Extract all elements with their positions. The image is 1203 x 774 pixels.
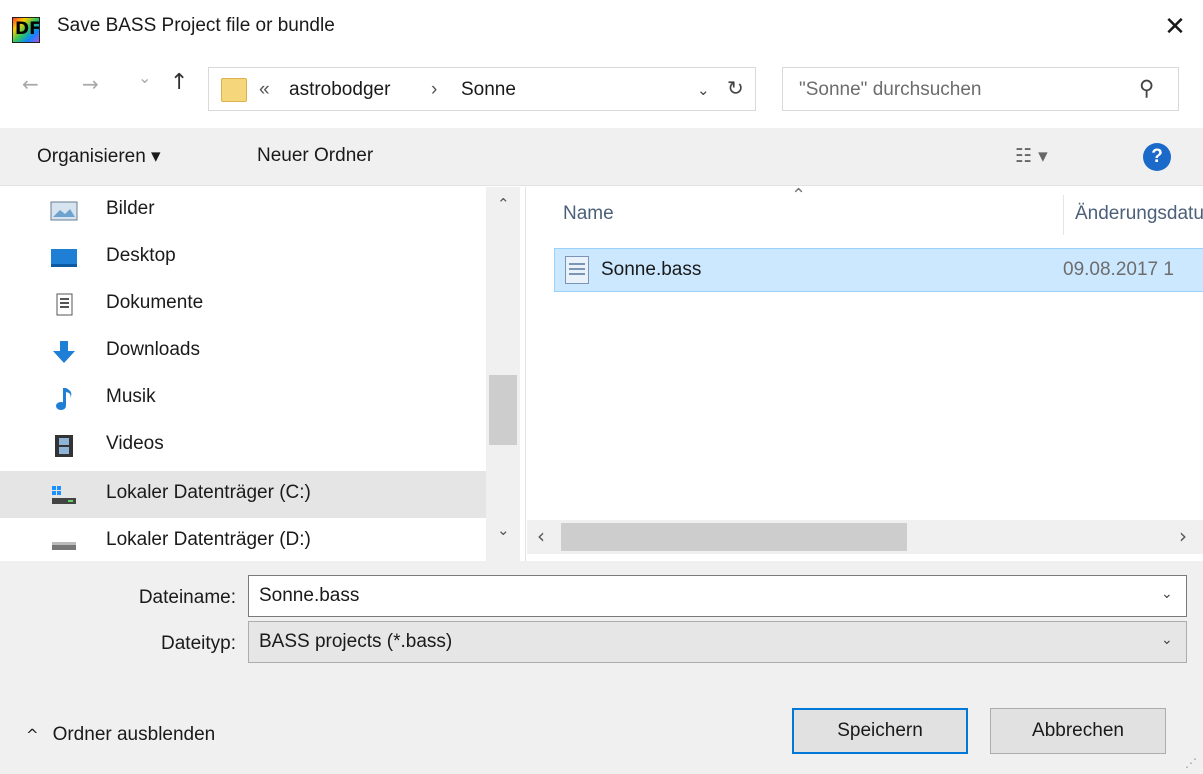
close-icon[interactable]: ✕ [1155,8,1195,48]
breadcrumb-separator: › [431,79,438,100]
sidebar-item-videos[interactable]: Videos [0,422,486,469]
address-dropdown-icon[interactable]: ⌄ [697,81,710,99]
new-folder-button[interactable]: Neuer Ordner [257,145,373,167]
search-input[interactable]: "Sonne" durchsuchen [799,79,982,101]
hscroll-thumb[interactable] [561,523,907,551]
chevron-up-icon: ^ [26,726,39,744]
pictures-icon [50,201,78,221]
sidebar-item-label: Videos [106,433,164,454]
documents-icon [56,293,73,316]
filename-field[interactable]: Sonne.bass ⌄ [248,575,1187,617]
sidebar-scroll-thumb[interactable] [489,375,517,445]
filetype-label: Dateityp: [161,633,236,654]
sidebar-item-drive-d[interactable]: Lokaler Datenträger (D:) [0,518,486,561]
refresh-icon[interactable]: ↻ [727,76,744,100]
hide-folders-label: Ordner ausblenden [52,724,216,745]
address-bar[interactable]: « astrobodger › Sonne ⌄ ↻ [208,67,756,111]
scroll-up-icon[interactable]: ⌃ [497,195,510,213]
back-arrow-icon[interactable]: ← [22,72,39,96]
sidebar-item-label: Musik [106,386,156,407]
sidebar-item-label: Lokaler Datenträger (D:) [106,529,311,550]
filename-label: Dateiname: [138,587,236,608]
breadcrumb-sonne[interactable]: Sonne [461,79,516,101]
sidebar-item-label: Downloads [106,339,200,360]
scroll-left-icon[interactable]: ‹ [537,524,545,548]
view-options-icon[interactable]: ☷ ▾ [1015,145,1048,167]
cancel-button[interactable]: Abbrechen [990,708,1166,754]
column-header-modified[interactable]: Änderungsdatum [1075,203,1203,225]
column-divider[interactable] [1063,195,1064,235]
sidebar-item-musik[interactable]: Musik [0,375,486,422]
command-bar: Organisieren ▾ Neuer Ordner ☷ ▾ ? [0,128,1203,186]
file-list: ⌃ Name Änderungsdatum Sonne.bass 09.08.2… [527,187,1203,561]
search-icon[interactable]: ⚲ [1139,76,1154,100]
column-header-name[interactable]: Name [563,203,614,225]
folder-icon [221,78,247,102]
sidebar-item-dokumente[interactable]: Dokumente [0,281,486,328]
sidebar-item-drive-c[interactable]: Lokaler Datenträger (C:) [0,471,486,518]
sidebar-item-label: Dokumente [106,292,204,313]
music-icon [56,388,72,410]
up-arrow-icon[interactable]: ↑ [170,70,188,95]
resize-grip-icon[interactable]: ⋰ [1185,756,1197,770]
downloads-icon [53,341,75,363]
sidebar-scrollbar[interactable]: ⌃ ⌄ [486,187,520,561]
recent-locations-icon[interactable]: ⌄ [138,68,151,87]
file-modified: 09.08.2017 1 [1063,259,1174,280]
breadcrumb-astrobodger[interactable]: astrobodger [289,79,390,101]
save-button[interactable]: Speichern [792,708,968,754]
search-box[interactable]: "Sonne" durchsuchen ⚲ [782,67,1179,111]
filetype-value: BASS projects (*.bass) [259,631,453,652]
app-icon-text: DF [15,19,41,39]
desktop-icon [51,249,77,267]
sidebar-item-label: Lokaler Datenträger (C:) [106,482,311,503]
filetype-select[interactable]: BASS projects (*.bass) ⌄ [248,621,1187,663]
forward-arrow-icon[interactable]: → [82,72,99,96]
file-name: Sonne.bass [601,259,702,280]
scroll-down-icon[interactable]: ⌄ [497,521,510,539]
sidebar-item-downloads[interactable]: Downloads [0,328,486,375]
file-list-hscrollbar[interactable]: ‹ › [527,520,1203,554]
file-icon [565,256,589,284]
help-icon[interactable]: ? [1143,143,1171,171]
chevron-down-icon[interactable]: ⌄ [1161,632,1173,648]
sort-ascending-icon: ⌃ [791,187,807,206]
organize-button[interactable]: Organisieren ▾ [37,145,161,168]
drive-c-icon [52,486,76,504]
breadcrumb-overflow[interactable]: « [259,79,270,101]
scroll-right-icon[interactable]: › [1179,524,1187,548]
drive-d-icon [52,542,76,550]
app-icon: DF [12,17,41,43]
title-bar: DF Save BASS Project file or bundle ✕ [0,0,1203,58]
chevron-down-icon[interactable]: ⌄ [1161,586,1173,602]
sidebar-item-bilder[interactable]: Bilder [0,187,486,234]
sidebar-item-label: Bilder [106,198,155,219]
videos-icon [55,435,73,457]
file-row[interactable]: Sonne.bass 09.08.2017 1 [554,248,1203,292]
save-form: Dateiname: Sonne.bass ⌄ Dateityp: BASS p… [0,561,1203,774]
filename-input[interactable]: Sonne.bass [259,585,359,607]
sidebar-item-desktop[interactable]: Desktop [0,234,486,281]
sidebar-item-label: Desktop [106,245,176,266]
navigation-pane: Bilder Desktop Dokumente Downloads Musik… [0,187,526,561]
window-title: Save BASS Project file or bundle [57,15,335,36]
hide-folders-toggle[interactable]: ^ Ordner ausblenden [26,724,215,746]
